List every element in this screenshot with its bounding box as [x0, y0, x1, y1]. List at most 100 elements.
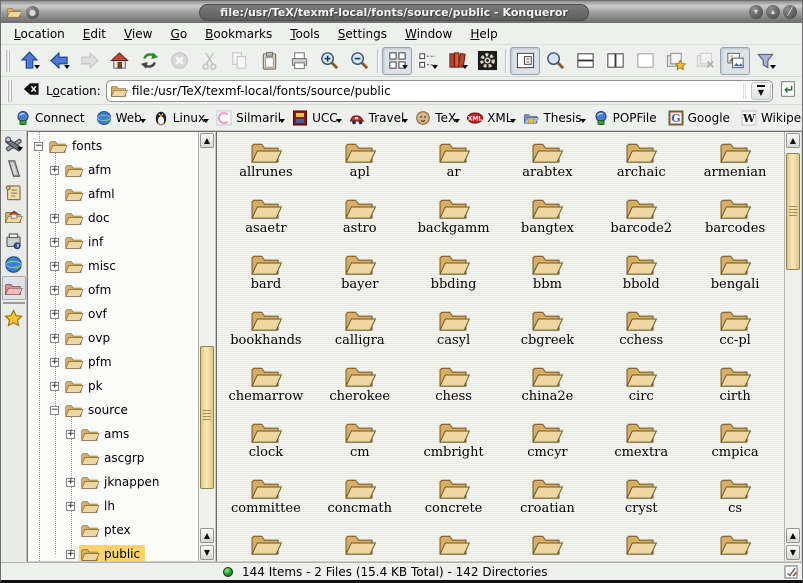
folder-item-barcodes[interactable]: barcodes	[688, 194, 782, 250]
folder-item-bayer[interactable]: bayer	[313, 250, 407, 306]
folder-item-apl[interactable]: apl	[313, 138, 407, 194]
folder-item-bangtex[interactable]: bangtex	[501, 194, 595, 250]
clear-location-button[interactable]	[21, 81, 41, 100]
minimize-button[interactable]: ▾	[749, 5, 763, 19]
menu-item[interactable]: Location	[5, 25, 74, 43]
copy-button[interactable]	[224, 47, 254, 75]
tree-expander[interactable]	[50, 214, 59, 223]
print-button[interactable]	[284, 47, 314, 75]
folder-item-cmcyr[interactable]: cmcyr	[501, 418, 595, 474]
bookmark-ucc[interactable]: UCC	[288, 108, 345, 128]
folder-item-cmextra[interactable]: cmextra	[594, 418, 688, 474]
folder-item-cchess[interactable]: cchess	[594, 306, 688, 362]
folder-item-archaic[interactable]: archaic	[594, 138, 688, 194]
menu-item[interactable]: Go	[162, 25, 197, 43]
folder-item-cm[interactable]: cm	[313, 418, 407, 474]
sidebar-root-button[interactable]	[2, 276, 26, 300]
tree-expander[interactable]	[66, 502, 75, 511]
menu-item[interactable]: Window	[396, 25, 461, 43]
folder-item-chemarrow[interactable]: chemarrow	[219, 362, 313, 418]
folder-item-concrete[interactable]: concrete	[407, 474, 501, 530]
folder-item-cherokee[interactable]: cherokee	[313, 362, 407, 418]
folder-item-cirth[interactable]: cirth	[688, 362, 782, 418]
tree-item[interactable]: misc	[28, 254, 198, 278]
folder-item-chess[interactable]: chess	[407, 362, 501, 418]
preview-button[interactable]	[720, 47, 750, 75]
folder-item-partial[interactable]	[688, 530, 782, 561]
bookmark-linux[interactable]: Linux	[149, 108, 212, 128]
sidebar-services-button[interactable]	[2, 228, 26, 252]
tree-scroll-up-button-2[interactable]: ▲	[200, 528, 214, 543]
tree-expander[interactable]	[50, 382, 59, 391]
menu-item[interactable]: View	[115, 25, 161, 43]
folder-item-cmpica[interactable]: cmpica	[688, 418, 782, 474]
close-button[interactable]: ╱	[783, 5, 797, 19]
tree-expander[interactable]	[50, 238, 59, 247]
menu-item[interactable]: Bookmarks	[196, 25, 281, 43]
folder-item-astro[interactable]: astro	[313, 194, 407, 250]
tree-scroll-up-button[interactable]: ▲	[200, 133, 214, 148]
folder-item-casyl[interactable]: casyl	[407, 306, 501, 362]
main-scroll-up-button[interactable]: ▲	[786, 133, 800, 148]
bookmark-tex[interactable]: TeX	[411, 108, 463, 128]
tree-expander[interactable]	[50, 358, 59, 367]
folder-item-cc-pl[interactable]: cc-pl	[688, 306, 782, 362]
go-button[interactable]	[778, 79, 798, 102]
zoom-out-button[interactable]	[344, 47, 374, 75]
tree-item[interactable]: ptex	[28, 518, 198, 542]
folder-item-partial[interactable]	[219, 530, 313, 561]
folder-item-bookhands[interactable]: bookhands	[219, 306, 313, 362]
tree-expander[interactable]	[50, 286, 59, 295]
home-button[interactable]	[104, 47, 134, 75]
folder-item-partial[interactable]	[594, 530, 688, 561]
menu-item[interactable]: Tools	[281, 25, 329, 43]
folder-item-arabtex[interactable]: arabtex	[501, 138, 595, 194]
bookshelf-view-button[interactable]	[442, 47, 472, 75]
folder-item-cmbright[interactable]: cmbright	[407, 418, 501, 474]
maximize-button[interactable]: ▴	[766, 5, 780, 19]
tree-item[interactable]: ofm	[28, 278, 198, 302]
split-left-right-button[interactable]	[600, 47, 630, 75]
cut-button[interactable]	[194, 47, 224, 75]
tree-item[interactable]: ovf	[28, 302, 198, 326]
folder-item-backgamm[interactable]: backgamm	[407, 194, 501, 250]
paste-button[interactable]	[254, 47, 284, 75]
menu-item[interactable]: Settings	[329, 25, 396, 43]
location-dropdown-button[interactable]: ▼	[751, 82, 771, 100]
folder-item-china2e[interactable]: china2e	[501, 362, 595, 418]
folder-item-asaetr[interactable]: asaetr	[219, 194, 313, 250]
folder-item-bbm[interactable]: bbm	[501, 250, 595, 306]
tree-expander[interactable]	[50, 310, 59, 319]
tree-item[interactable]: inf	[28, 230, 198, 254]
find-button[interactable]	[540, 47, 570, 75]
sidebar-network-button[interactable]	[2, 252, 26, 276]
tree-expander[interactable]	[50, 262, 59, 271]
bookmark-travel[interactable]: Travel	[345, 108, 412, 128]
sidebar-bookmark-button[interactable]	[2, 156, 26, 180]
icon-view-button[interactable]	[382, 47, 412, 75]
main-scroll-down-button[interactable]: ▼	[786, 545, 800, 560]
filter-button[interactable]	[750, 47, 780, 75]
tree-item[interactable]: source	[28, 398, 198, 422]
tree-expander[interactable]	[34, 142, 43, 151]
bookmark-thesis[interactable]: Thesis	[519, 108, 588, 128]
tree-item[interactable]: doc	[28, 206, 198, 230]
folder-item-concmath[interactable]: concmath	[313, 474, 407, 530]
up-button[interactable]	[14, 47, 44, 75]
tree-item[interactable]: fonts	[28, 134, 198, 158]
tree-item[interactable]: jknappen	[28, 470, 198, 494]
split-top-bottom-button[interactable]	[570, 47, 600, 75]
zoom-in-button[interactable]	[314, 47, 344, 75]
folder-item-armenian[interactable]: armenian	[688, 138, 782, 194]
folder-item-bengali[interactable]: bengali	[688, 250, 782, 306]
main-scroll-track[interactable]	[785, 149, 801, 527]
bookmark-xml[interactable]: XML	[463, 108, 519, 128]
folder-item-barcode2[interactable]: barcode2	[594, 194, 688, 250]
tree-expander[interactable]	[66, 478, 75, 487]
tree-item[interactable]: pk	[28, 374, 198, 398]
bookmark-silmaril[interactable]: Silmaril	[212, 108, 288, 128]
menu-item[interactable]: Edit	[74, 25, 115, 43]
tree-item[interactable]: public	[28, 542, 198, 561]
tree-scroll-thumb[interactable]	[200, 346, 214, 490]
tree-expander[interactable]	[50, 166, 59, 175]
